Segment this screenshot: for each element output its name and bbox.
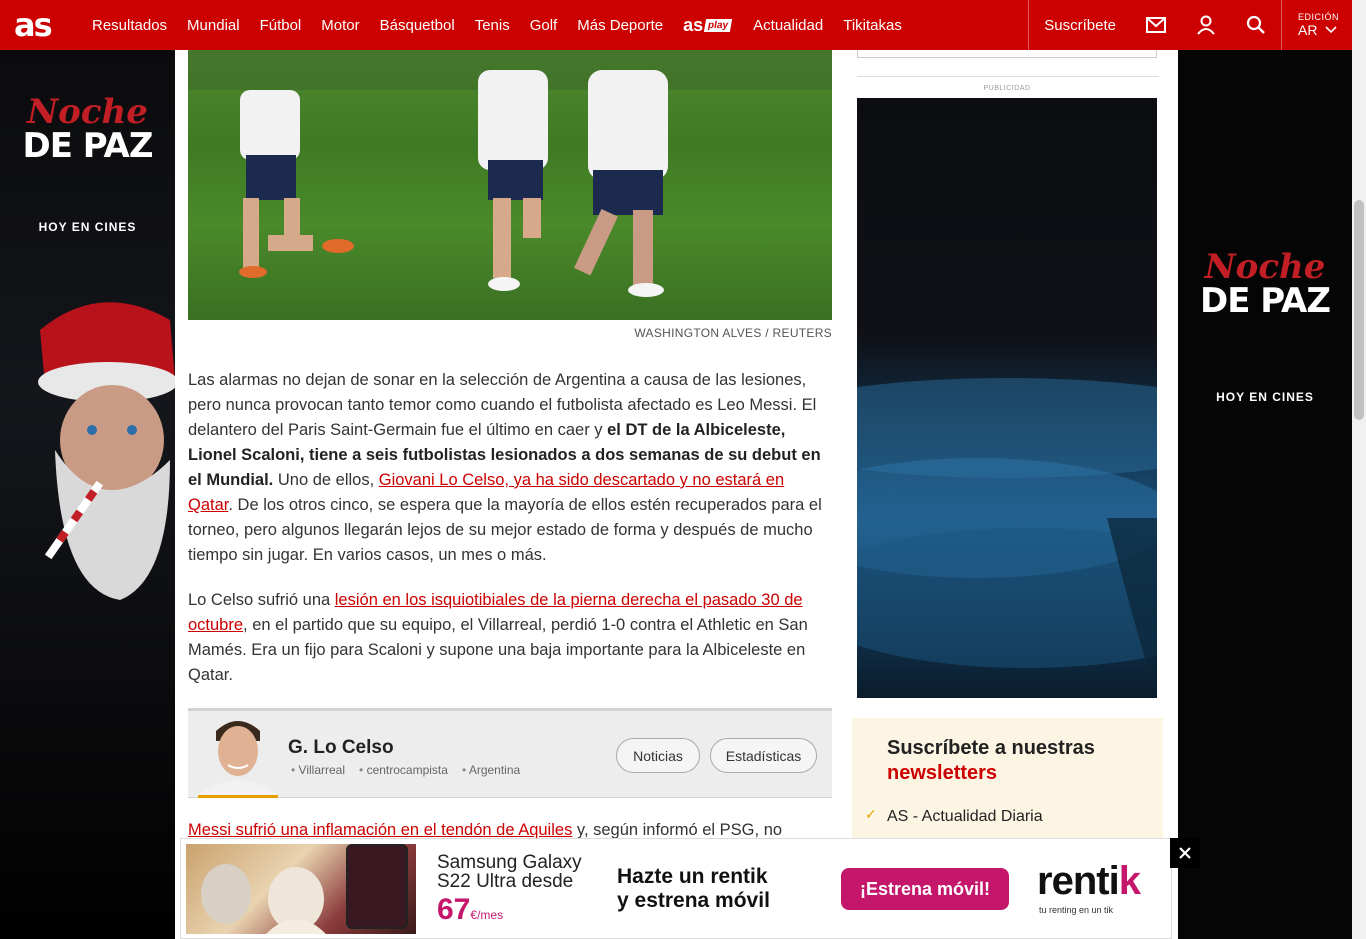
nav-actualidad[interactable]: Actualidad xyxy=(753,17,823,34)
phone-image xyxy=(346,844,408,929)
nav-resultados[interactable]: Resultados xyxy=(92,17,167,34)
player-country: Argentina xyxy=(462,763,520,777)
edition-selector[interactable]: EDICIÓN AR xyxy=(1282,12,1352,38)
sidebar-top-widget xyxy=(857,50,1157,58)
nav-mundial[interactable]: Mundial xyxy=(187,17,240,34)
rentik-logo: rentik xyxy=(1037,859,1141,903)
snow-scene-image xyxy=(857,378,1157,698)
estrena-movil-button[interactable]: ¡Estrena móvil! xyxy=(841,868,1009,910)
newsletter-item-actualidad[interactable]: AS - Actualidad Diaria xyxy=(887,808,1043,826)
nav-golf[interactable]: Golf xyxy=(530,17,558,34)
sticky-bottom-ad[interactable]: Samsung Galaxy S22 Ultra desde 67€/mes H… xyxy=(180,838,1172,939)
player-meta: Villarreal centrocampista Argentina xyxy=(291,763,534,777)
article-paragraph-1: Las alarmas no dejan de sonar en la sele… xyxy=(188,371,822,564)
subscribe-link[interactable]: Suscríbete xyxy=(1029,17,1131,34)
main-content: WASHINGTON ALVES / REUTERS Las alarmas n… xyxy=(175,50,1178,939)
santa-illustration xyxy=(38,302,175,600)
player-position: centrocampista xyxy=(359,763,448,777)
nav-tenis[interactable]: Tenis xyxy=(475,17,510,34)
as-logo[interactable]: as xyxy=(14,0,76,50)
player-team: Villarreal xyxy=(291,763,345,777)
edition-value-row: AR xyxy=(1298,22,1352,38)
nav-futbol[interactable]: Fútbol xyxy=(260,17,302,34)
user-icon[interactable] xyxy=(1181,0,1231,50)
rentik-tagline: Hazte un rentik y estrena móvil xyxy=(617,865,770,912)
nav-asplay[interactable]: as play xyxy=(683,14,733,36)
s22-title: Samsung Galaxy S22 Ultra desde xyxy=(437,852,582,892)
article-paragraph-2: Lo Celso sufrió una lesión en los isquio… xyxy=(188,591,808,684)
photo-credit: WASHINGTON ALVES / REUTERS xyxy=(634,326,832,340)
player-avatar[interactable] xyxy=(198,711,278,798)
rentik-subtitle: tu renting en un tik xyxy=(1039,905,1114,915)
article-photo xyxy=(188,50,832,320)
nav-tikitakas[interactable]: Tikitakas xyxy=(843,17,902,34)
nav-basquetbol[interactable]: Básquetbol xyxy=(380,17,455,34)
newsletter-title: Suscríbete a nuestras newsletters xyxy=(887,737,1095,784)
nav-mas-deporte[interactable]: Más Deporte xyxy=(577,17,663,34)
publicidad-label: PUBLICIDAD xyxy=(983,85,1031,92)
top-header: as Resultados Mundial Fútbol Motor Básqu… xyxy=(0,0,1352,50)
sidebar-divider xyxy=(857,76,1159,77)
players-training-image xyxy=(188,50,832,297)
news-button[interactable]: Noticias xyxy=(616,738,700,773)
mail-icon[interactable] xyxy=(1131,0,1181,50)
sidebar-video-ad[interactable] xyxy=(857,98,1157,698)
edition-label: EDICIÓN xyxy=(1298,12,1340,22)
noche-de-paz-logo-right: Noche DE PAZ xyxy=(1199,247,1331,321)
close-ad-button[interactable] xyxy=(1170,838,1200,868)
noche-de-paz-logo: Noche DE PAZ xyxy=(22,92,153,166)
hoy-en-cines-text: HOY EN CINES xyxy=(38,220,137,234)
stats-button[interactable]: Estadísticas xyxy=(710,738,817,773)
search-icon[interactable] xyxy=(1231,0,1281,50)
asplay-tag: play xyxy=(703,18,733,32)
side-ad-right[interactable]: Noche DE PAZ HOY EN CINES xyxy=(1178,50,1352,939)
player-name[interactable]: G. Lo Celso xyxy=(288,737,394,759)
main-nav: Resultados Mundial Fútbol Motor Básquetb… xyxy=(92,15,922,36)
close-icon xyxy=(1179,847,1191,859)
scrollbar-track[interactable] xyxy=(1352,0,1366,939)
side-ad-left[interactable]: Noche DE PAZ HOY EN CINES xyxy=(0,50,175,939)
asplay-logo: as xyxy=(683,14,704,35)
header-actions: Suscríbete EDICIÓN AR xyxy=(1028,0,1352,50)
chevron-down-icon xyxy=(1325,26,1338,34)
scrollbar-thumb[interactable] xyxy=(1354,200,1364,420)
edition-value: AR xyxy=(1298,22,1318,38)
nav-motor[interactable]: Motor xyxy=(321,17,359,34)
check-icon: ✓ xyxy=(865,806,877,822)
link-messi-tendon[interactable]: Messi sufrió una inflamación en el tendó… xyxy=(188,821,572,839)
hoy-en-cines-text-right: HOY EN CINES xyxy=(1216,390,1314,404)
s22-price: 67€/mes xyxy=(437,893,504,926)
player-card: G. Lo Celso Villarreal centrocampista Ar… xyxy=(188,708,832,798)
